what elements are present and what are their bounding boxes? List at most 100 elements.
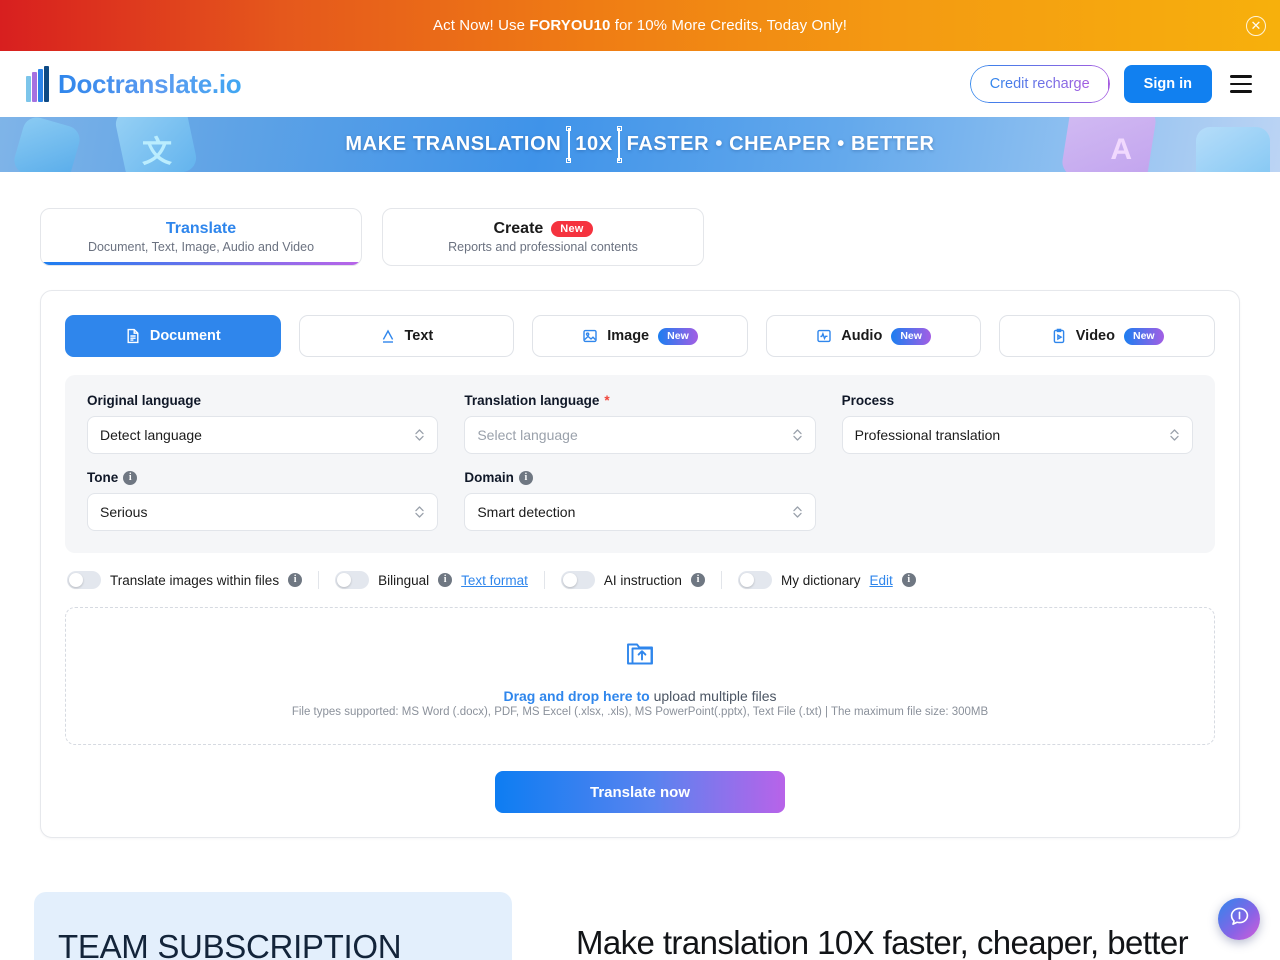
- mode-tab-translate-subtitle: Document, Text, Image, Audio and Video: [87, 240, 315, 254]
- chat-widget-button[interactable]: [1218, 898, 1260, 940]
- upload-folder-icon: [623, 635, 657, 674]
- my-dictionary-label: My dictionary: [780, 572, 861, 588]
- original-language-label: Original language: [87, 393, 202, 408]
- toggle-my-dictionary: My dictionary Edit i: [720, 571, 932, 589]
- file-dropzone[interactable]: Drag and drop here to upload multiple fi…: [65, 607, 1215, 745]
- text-format-link[interactable]: Text format: [461, 573, 528, 588]
- dropzone-primary-text: Drag and drop here to upload multiple fi…: [503, 688, 776, 704]
- translate-now-button[interactable]: Translate now: [495, 771, 785, 813]
- logo-bars-icon: [26, 66, 49, 102]
- process-label: Process: [841, 393, 895, 408]
- field-translation-language: Translation language * Select language: [464, 393, 816, 454]
- hero-title: MAKE TRANSLATION 10X FASTER • CHEAPER • …: [345, 126, 934, 163]
- field-spacer: [842, 470, 1193, 531]
- chat-bubble-icon: [1229, 906, 1250, 932]
- dropzone-rest-text: upload multiple files: [649, 687, 777, 704]
- close-icon[interactable]: ✕: [1246, 15, 1266, 36]
- dictionary-edit-link[interactable]: Edit: [869, 573, 892, 588]
- bottom-headline: Make translation 10X faster, cheaper, be…: [576, 924, 1189, 960]
- signin-button[interactable]: Sign in: [1123, 65, 1212, 103]
- bilingual-label: Bilingual: [378, 572, 430, 588]
- mode-tab-create-subtitle: Reports and professional contents: [448, 240, 638, 254]
- type-tab-video-label: Video: [1075, 328, 1115, 344]
- chevron-updown-icon: [792, 504, 803, 520]
- promo-banner-text: Act Now! Use FORYOU10 for 10% More Credi…: [433, 17, 847, 34]
- bottom-section: TEAM SUBSCRIPTION Make translation 10X f…: [0, 838, 1280, 960]
- domain-value: Smart detection: [477, 504, 576, 520]
- field-original-language: Original language Detect language: [87, 393, 439, 454]
- original-language-value: Detect language: [100, 427, 202, 443]
- bilingual-switch[interactable]: [335, 571, 370, 589]
- process-value: Professional translation: [854, 427, 1001, 443]
- info-icon[interactable]: i: [690, 573, 705, 587]
- chevron-updown-icon: [1169, 427, 1180, 443]
- type-tab-audio-new-badge: New: [891, 327, 931, 345]
- type-tab-image-new-badge: New: [658, 327, 698, 345]
- dropzone-link-text[interactable]: Drag and drop here to: [503, 688, 649, 704]
- chevron-updown-icon: [414, 504, 425, 520]
- domain-select[interactable]: Smart detection: [464, 493, 816, 531]
- hero-highlight-text: 10X: [575, 133, 613, 155]
- type-tab-image-label: Image: [607, 328, 650, 344]
- image-icon: [582, 328, 598, 344]
- tone-select[interactable]: Serious: [87, 493, 439, 531]
- toggle-translate-images: Translate images within files i: [67, 571, 318, 589]
- hero-decoration-circle-right: [1196, 127, 1270, 172]
- my-dictionary-switch[interactable]: [737, 571, 772, 589]
- translate-panel: Document Text Image New Audio New Video …: [40, 290, 1240, 838]
- info-icon[interactable]: i: [438, 573, 453, 587]
- credit-recharge-button[interactable]: Credit recharge: [969, 65, 1110, 103]
- tone-value: Serious: [100, 504, 148, 520]
- field-tone: Tone i Serious: [87, 470, 439, 531]
- type-tab-audio[interactable]: Audio New: [765, 315, 982, 357]
- chevron-updown-icon: [414, 427, 425, 443]
- translate-images-switch[interactable]: [67, 571, 101, 589]
- info-icon[interactable]: i: [288, 573, 303, 587]
- domain-label-text: Domain: [464, 470, 514, 485]
- mode-tab-create[interactable]: Create New Reports and professional cont…: [382, 208, 704, 266]
- fields-row-2: Tone i Serious Domain i Smart detection: [87, 470, 1193, 531]
- type-tab-video-new-badge: New: [1123, 327, 1164, 345]
- type-tab-audio-label: Audio: [841, 328, 883, 344]
- mode-tab-create-new-badge: New: [551, 221, 593, 237]
- tone-label-text: Tone: [87, 470, 119, 485]
- type-tab-document-label: Document: [149, 328, 221, 344]
- hero-title-part1: MAKE TRANSLATION: [345, 133, 562, 155]
- content-type-tabs: Document Text Image New Audio New Video …: [65, 315, 1215, 357]
- info-icon[interactable]: i: [518, 470, 533, 485]
- options-fields: Original language Detect language Transl…: [65, 375, 1215, 553]
- info-icon[interactable]: i: [123, 470, 138, 485]
- process-select[interactable]: Professional translation: [841, 416, 1193, 454]
- info-icon[interactable]: i: [901, 573, 916, 587]
- logo-text: Doctranslate.io: [58, 68, 242, 99]
- team-subscription-card: TEAM SUBSCRIPTION: [34, 892, 512, 960]
- header-actions: Credit recharge Sign in: [969, 65, 1252, 103]
- promo-code: FORYOU10: [529, 17, 611, 34]
- mode-tab-bar: Translate Document, Text, Image, Audio a…: [0, 172, 1280, 266]
- hero-title-highlight: 10X: [566, 126, 622, 163]
- type-tab-video[interactable]: Video New: [999, 315, 1215, 357]
- original-language-select[interactable]: Detect language: [87, 416, 439, 454]
- mode-tab-translate[interactable]: Translate Document, Text, Image, Audio a…: [40, 208, 362, 266]
- promo-text-before: Act Now! Use: [433, 17, 530, 34]
- translation-language-label-text: Translation language: [464, 393, 600, 408]
- translation-language-select[interactable]: Select language: [464, 416, 816, 454]
- field-domain: Domain i Smart detection: [464, 470, 816, 531]
- ai-instruction-switch[interactable]: [560, 571, 595, 589]
- translate-glyph-icon: 文: [142, 136, 172, 169]
- mode-tab-translate-title: Translate: [165, 220, 237, 237]
- promo-banner: Act Now! Use FORYOU10 for 10% More Credi…: [0, 0, 1280, 51]
- chevron-updown-icon: [792, 427, 803, 443]
- required-marker: *: [604, 393, 610, 408]
- hamburger-menu-icon[interactable]: [1230, 75, 1252, 93]
- main-content: Translate Document, Text, Image, Audio a…: [0, 172, 1280, 960]
- options-toggles: Translate images within files i Bilingua…: [65, 571, 1215, 589]
- type-tab-image[interactable]: Image New: [532, 315, 748, 357]
- type-tab-text[interactable]: Text: [298, 315, 515, 357]
- site-header: Doctranslate.io Credit recharge Sign in: [0, 51, 1280, 117]
- field-process: Process Professional translation: [841, 393, 1193, 454]
- type-tab-document[interactable]: Document: [65, 315, 281, 357]
- type-tab-text-label: Text: [404, 328, 434, 344]
- logo[interactable]: Doctranslate.io: [26, 66, 242, 102]
- promo-text-after: for 10% More Credits, Today Only!: [610, 17, 847, 34]
